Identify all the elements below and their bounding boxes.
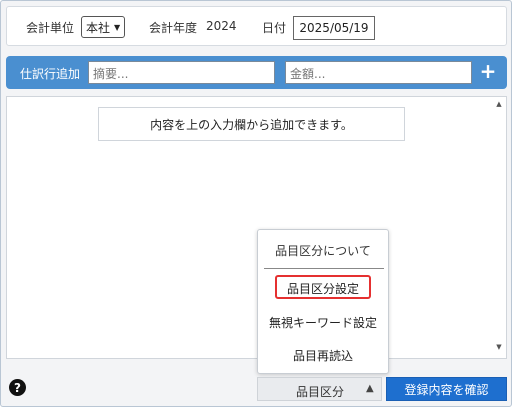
scrollbar[interactable]: ▲ ▼ [492, 97, 506, 358]
popup-divider [264, 268, 384, 269]
chevron-down-icon: ▼ [114, 22, 121, 32]
fiscal-year-label: 会計年度 [149, 21, 198, 35]
empty-hint: 内容を上の入力欄から追加できます。 [98, 107, 405, 141]
accounting-unit-select[interactable]: 本社 ▼ [81, 16, 126, 38]
category-popup-menu: 品目区分について 品目区分設定 無視キーワード設定 品目再読込 [257, 229, 389, 374]
accounting-unit-label: 会計単位 [26, 21, 75, 35]
add-row-button[interactable]: + [478, 59, 498, 83]
header-panel: 会計単位 本社 ▼ 会計年度 2024 日付 2025/05/19 [6, 6, 507, 46]
category-button-label: 品目区分 [296, 385, 345, 399]
menu-item-ignore-keyword-settings[interactable]: 無視キーワード設定 [258, 314, 388, 331]
app-window: 会計単位 本社 ▼ 会計年度 2024 日付 2025/05/19 仕訳行追加 … [0, 0, 512, 407]
summary-input[interactable]: 摘要... [88, 61, 275, 84]
scroll-down-icon[interactable]: ▼ [492, 343, 506, 355]
popup-title[interactable]: 品目区分について [258, 242, 388, 259]
scroll-up-icon[interactable]: ▲ [492, 100, 506, 112]
menu-item-reload-items[interactable]: 品目再読込 [258, 347, 388, 364]
journal-add-bar: 仕訳行追加 摘要... 金額... + [6, 56, 507, 89]
category-button[interactable]: 品目区分 ▲ [257, 377, 382, 401]
chevron-up-icon: ▲ [366, 383, 374, 394]
journal-add-label: 仕訳行追加 [20, 67, 81, 81]
amount-input[interactable]: 金額... [285, 61, 472, 84]
menu-item-category-settings[interactable]: 品目区分設定 [258, 280, 388, 297]
fiscal-year-value: 2024 [206, 19, 237, 33]
confirm-registration-button[interactable]: 登録内容を確認 [386, 377, 507, 401]
date-field[interactable]: 2025/05/19 [293, 16, 375, 40]
help-icon[interactable]: ? [9, 379, 26, 396]
accounting-unit-value: 本社 [86, 20, 111, 35]
date-label: 日付 [262, 21, 287, 35]
